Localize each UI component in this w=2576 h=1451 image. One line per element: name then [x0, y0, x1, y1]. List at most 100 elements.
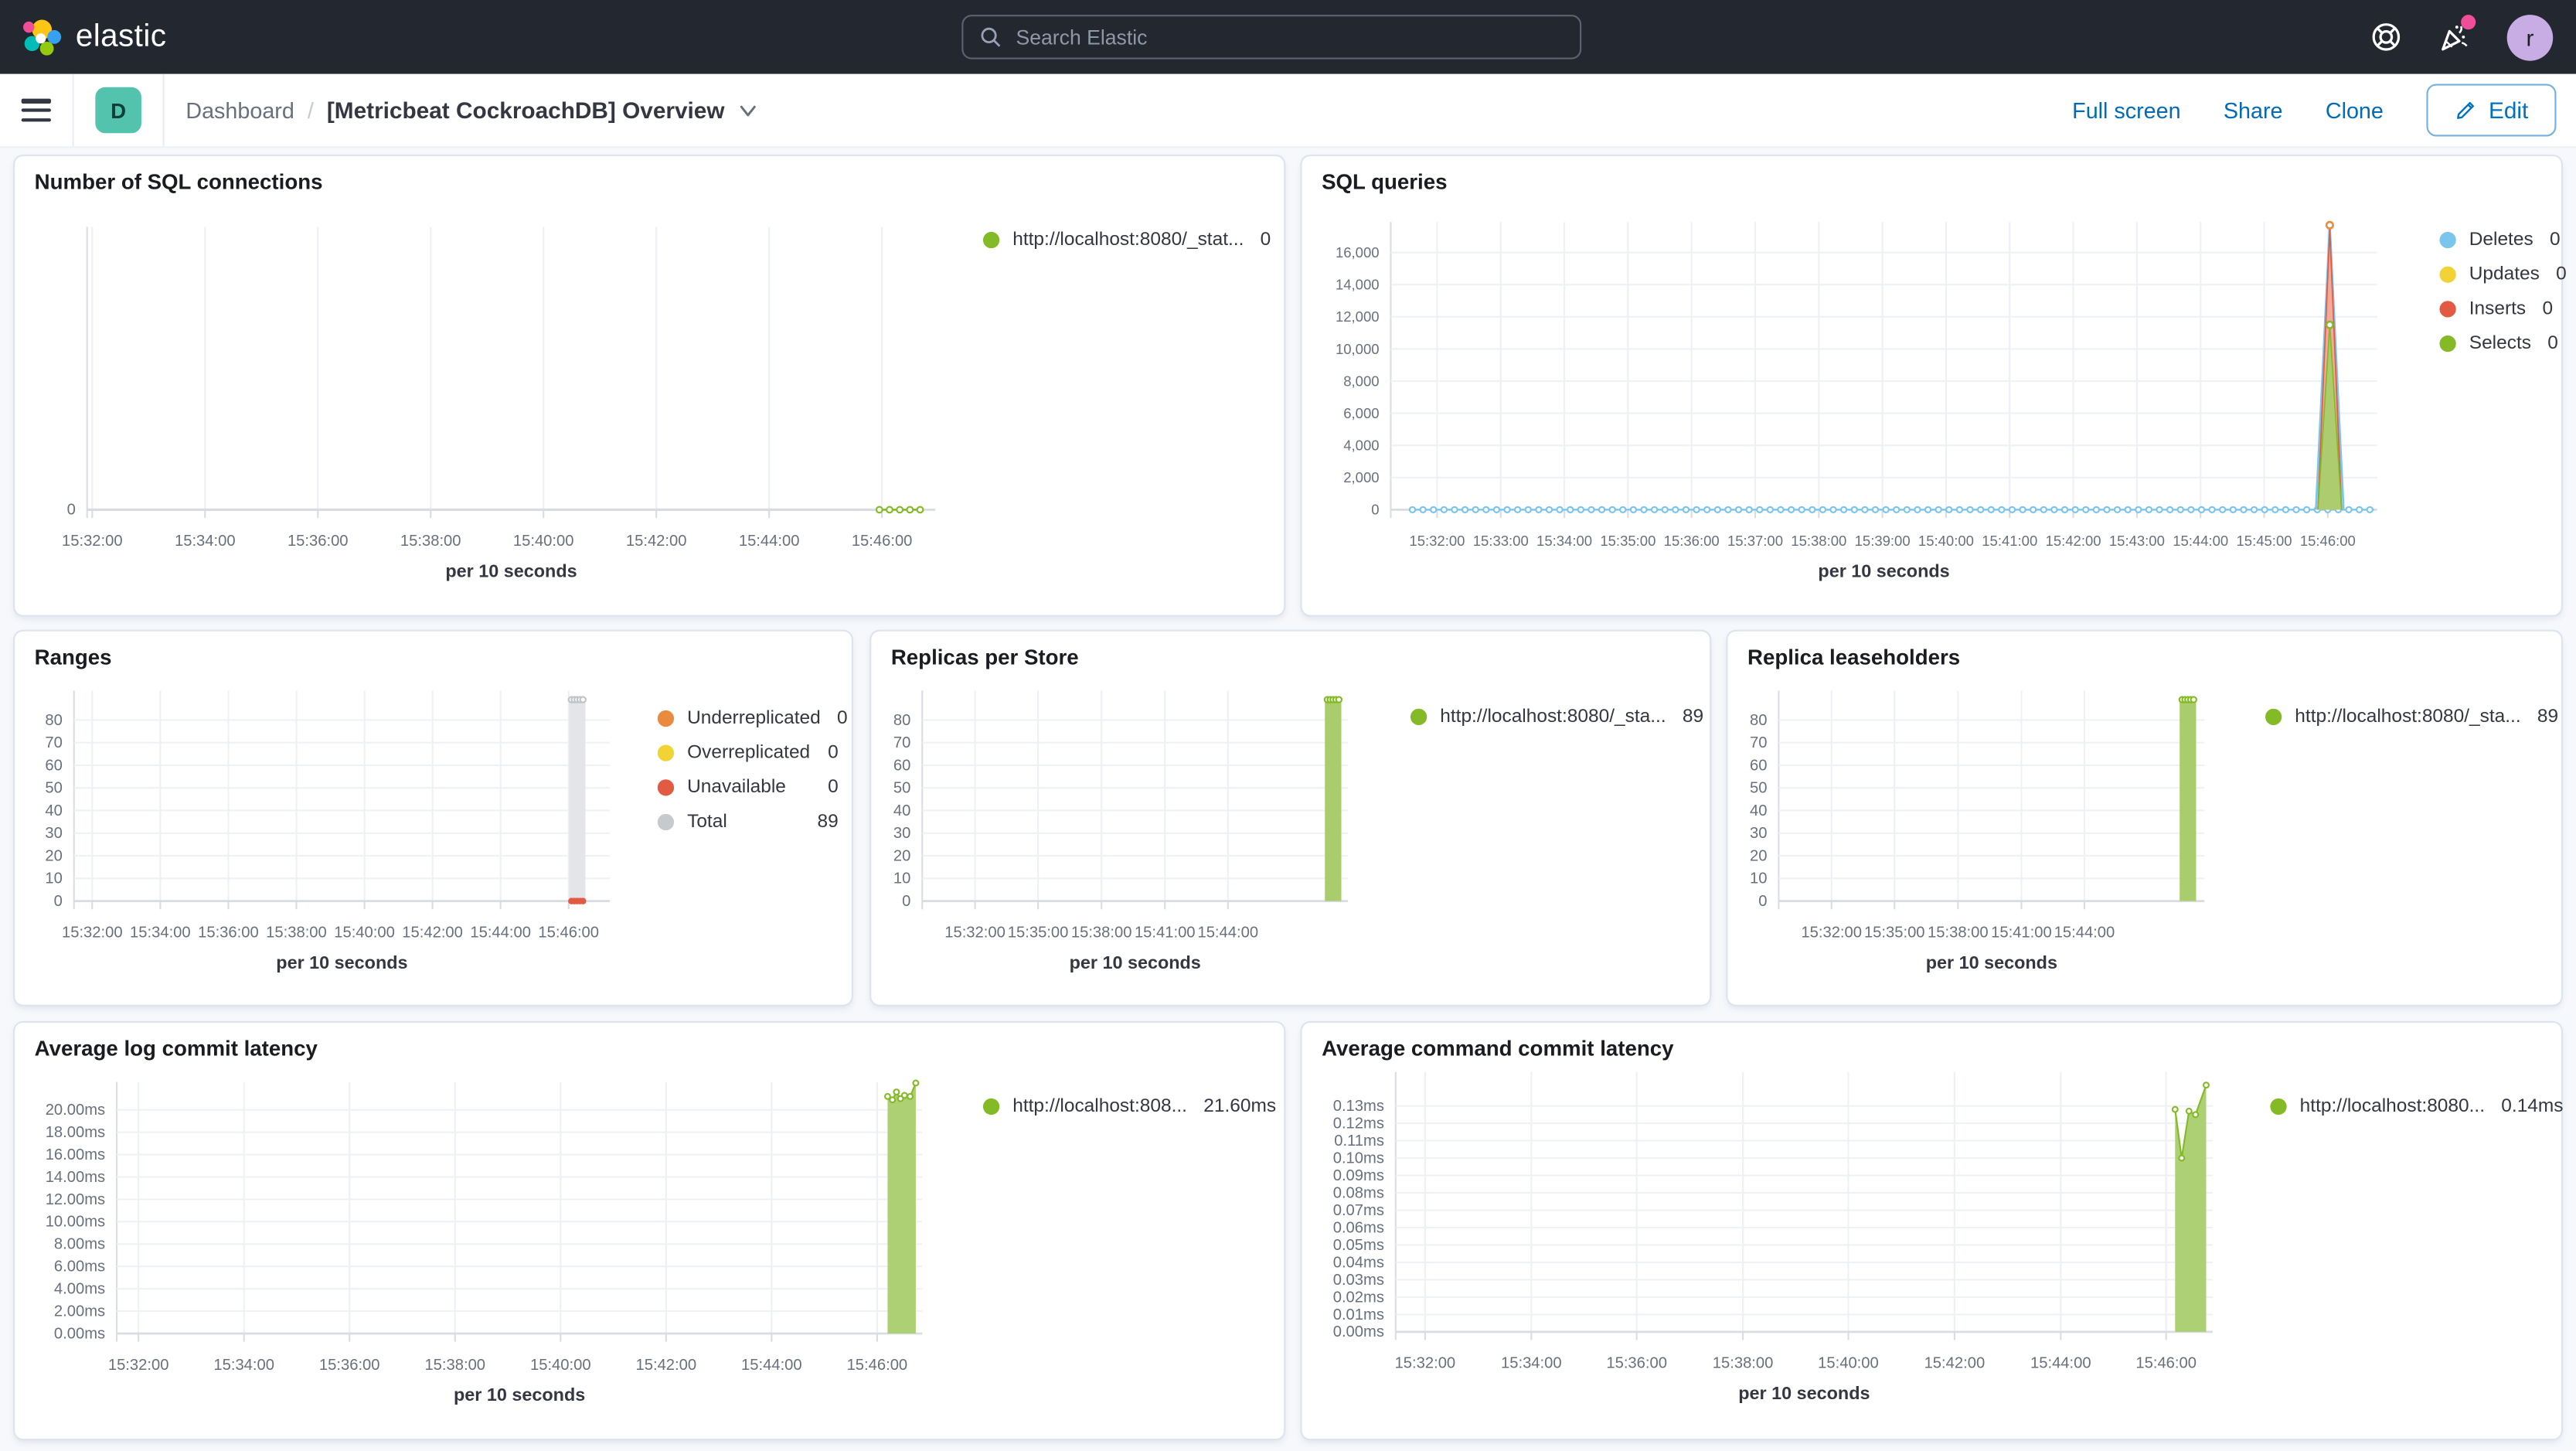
page-title: [Metricbeat CockroachDB] Overview	[326, 97, 725, 124]
edit-button[interactable]: Edit	[2426, 83, 2557, 137]
svg-text:0.07ms: 0.07ms	[1333, 1202, 1384, 1219]
legend-value: 0	[2547, 333, 2558, 354]
chart-legend: http://localhost:8080/_stat... 0	[982, 229, 1271, 264]
svg-text:0: 0	[902, 893, 910, 910]
news-icon[interactable]	[2438, 14, 2476, 54]
clone-button[interactable]: Clone	[2326, 98, 2384, 123]
dashboard-toolbar: D Dashboard / [Metricbeat CockroachDB] O…	[0, 73, 2576, 148]
breadcrumb: Dashboard / [Metricbeat CockroachDB] Ove…	[185, 97, 758, 124]
svg-text:20: 20	[45, 847, 62, 864]
svg-text:15:35:00: 15:35:00	[1600, 533, 1656, 549]
legend-item[interactable]: http://localhost:8080/_sta... 89	[1410, 705, 1703, 728]
legend-item[interactable]: Underreplicated 0	[657, 707, 848, 731]
svg-text:70: 70	[893, 734, 910, 751]
legend-label: http://localhost:8080...	[2299, 1096, 2486, 1117]
legend-label: http://localhost:8080/_stat...	[1012, 230, 1244, 250]
sql-connections-chart: 15:32:00 15:34:00 15:36:00 15:38:00 15:40:00…	[62, 227, 936, 581]
svg-text:per 10 seconds: per 10 seconds	[1738, 1383, 1870, 1403]
svg-text:15:36:00: 15:36:00	[319, 1357, 380, 1374]
svg-text:15:38:00: 15:38:00	[1071, 924, 1132, 941]
brand-name: elastic	[75, 19, 167, 54]
menu-icon[interactable]	[21, 98, 51, 122]
legend-value: 0.14ms	[2501, 1096, 2564, 1117]
legend-value: 89	[2537, 707, 2559, 727]
legend-item[interactable]: Selects 0	[2439, 332, 2558, 356]
elastic-brand[interactable]: elastic	[0, 15, 166, 58]
svg-text:14.00ms: 14.00ms	[46, 1169, 105, 1186]
replicas-per-store-chart: 15:32:00 15:35:00 15:38:00 15:41:00 15:44:00…	[893, 690, 1349, 972]
svg-text:15:44:00: 15:44:00	[2173, 533, 2228, 549]
svg-text:50: 50	[45, 780, 62, 797]
svg-text:15:34:00: 15:34:00	[1536, 533, 1592, 549]
svg-text:15:36:00: 15:36:00	[288, 533, 349, 550]
svg-text:16.00ms: 16.00ms	[46, 1146, 105, 1163]
legend-label: http://localhost:808...	[1012, 1096, 1187, 1117]
legend-value: 0	[2549, 230, 2561, 250]
legend-item[interactable]: Inserts 0	[2439, 298, 2553, 321]
chevron-down-icon[interactable]	[738, 100, 758, 121]
svg-text:15:38:00: 15:38:00	[266, 924, 327, 941]
breadcrumb-separator: /	[307, 97, 314, 123]
legend-item[interactable]: Total 89	[657, 811, 839, 834]
legend-item[interactable]: http://localhost:808... 21.60ms	[982, 1095, 1276, 1119]
svg-text:15:42:00: 15:42:00	[2046, 533, 2101, 549]
legend-dot-icon	[982, 1098, 1000, 1115]
legend-item[interactable]: Overreplicated 0	[657, 741, 839, 765]
svg-text:70: 70	[45, 734, 62, 751]
legend-label: Inserts	[2469, 299, 2527, 319]
panel-replica-leaseholders: Replica leaseholders 15:32:00 15:35:00 15:…	[1726, 629, 2563, 1007]
svg-text:0: 0	[54, 893, 63, 910]
svg-text:15:33:00: 15:33:00	[1473, 533, 1529, 549]
panel-ranges: Ranges 15:32:00 15:34:00 15:36:00 15:38:00 1…	[13, 629, 853, 1007]
legend-dot-icon	[2265, 708, 2282, 726]
chart-legend: Underreplicated 0 Overreplicated 0 Unavailab…	[657, 707, 848, 846]
chart-legend: http://localhost:8080... 0.14ms	[2270, 1095, 2564, 1130]
svg-text:0.10ms: 0.10ms	[1333, 1150, 1384, 1167]
share-button[interactable]: Share	[2224, 98, 2283, 123]
svg-text:15:32:00: 15:32:00	[62, 924, 123, 941]
user-avatar[interactable]: r	[2506, 14, 2554, 60]
legend-value: 0	[837, 708, 848, 729]
svg-text:15:42:00: 15:42:00	[1924, 1355, 1986, 1372]
svg-text:12,000: 12,000	[1336, 308, 1380, 325]
svg-text:15:41:00: 15:41:00	[1991, 924, 2052, 941]
help-icon[interactable]	[2369, 21, 2402, 54]
legend-item[interactable]: http://localhost:8080... 0.14ms	[2270, 1095, 2564, 1119]
header-right-icons: r	[2369, 0, 2576, 74]
legend-label: Deletes	[2469, 230, 2533, 250]
svg-text:15:35:00: 15:35:00	[1864, 924, 1925, 941]
panel-avg-log-commit-latency: Average log commit latency 15:32:00 15:34…	[13, 1020, 1286, 1441]
global-search[interactable]	[961, 15, 1582, 60]
svg-text:15:41:00: 15:41:00	[1135, 924, 1196, 941]
legend-item[interactable]: Updates 0	[2439, 263, 2567, 286]
legend-label: Updates	[2469, 264, 2540, 284]
legend-item[interactable]: http://localhost:8080/_stat... 0	[982, 229, 1271, 252]
legend-item[interactable]: Deletes 0	[2439, 229, 2561, 252]
divider	[72, 73, 74, 147]
app-badge[interactable]: D	[95, 87, 141, 134]
legend-value: 0	[2556, 264, 2567, 284]
panel-replicas-per-store: Replicas per Store 15:32:00 15:35:00 15:38…	[869, 629, 1712, 1007]
svg-text:50: 50	[893, 780, 910, 797]
svg-text:10: 10	[1750, 870, 1767, 887]
svg-text:15:46:00: 15:46:00	[538, 924, 599, 941]
svg-text:per 10 seconds: per 10 seconds	[276, 952, 407, 972]
svg-text:15:40:00: 15:40:00	[530, 1357, 591, 1374]
legend-value: 89	[1682, 707, 1704, 727]
svg-text:0.11ms: 0.11ms	[1334, 1133, 1384, 1150]
legend-item[interactable]: http://localhost:8080/_sta... 89	[2265, 705, 2558, 728]
legend-dot-icon	[2439, 266, 2456, 283]
pencil-icon	[2456, 101, 2474, 119]
full-screen-button[interactable]: Full screen	[2072, 98, 2180, 123]
svg-text:15:34:00: 15:34:00	[175, 533, 236, 550]
svg-text:per 10 seconds: per 10 seconds	[445, 561, 577, 581]
breadcrumb-dashboard[interactable]: Dashboard	[185, 98, 294, 123]
svg-text:15:38:00: 15:38:00	[1928, 924, 1989, 941]
svg-text:15:32:00: 15:32:00	[1409, 533, 1465, 549]
search-input[interactable]	[1012, 23, 1564, 50]
legend-item[interactable]: Unavailable 0	[657, 776, 839, 799]
svg-text:15:44:00: 15:44:00	[2030, 1355, 2091, 1372]
svg-text:16,000: 16,000	[1336, 244, 1380, 261]
svg-text:14,000: 14,000	[1336, 277, 1380, 293]
svg-text:15:44:00: 15:44:00	[1197, 924, 1258, 941]
